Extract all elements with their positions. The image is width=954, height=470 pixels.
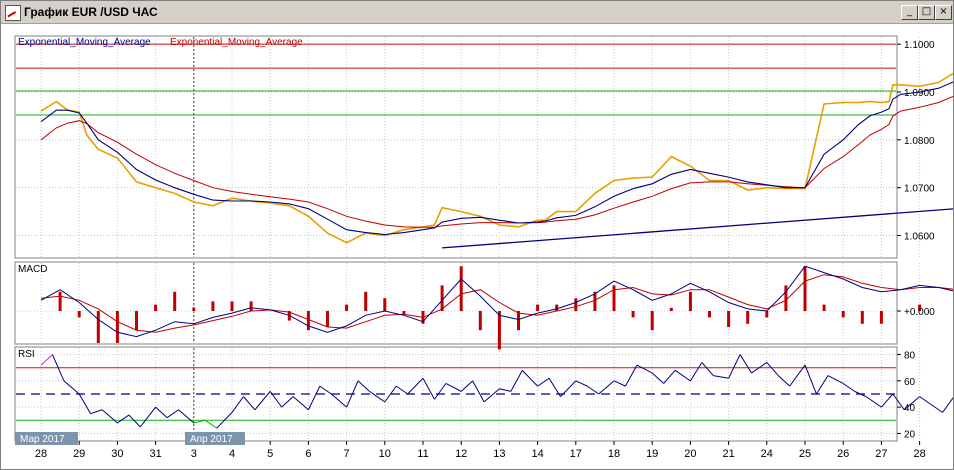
chart-svg[interactable]: 28 29 30 31 3 4 5 6 7 10 11 12 13 14 17 18 19 20 21 24 25 26 2… [1,24,953,469]
x-tick-label: 13 [493,448,505,460]
macd-panel-title: MACD [18,264,47,275]
x-tick-label: 29 [73,448,85,460]
x-tick-label: 18 [608,448,620,460]
x-tick-label: 24 [761,448,773,460]
x-tick-label: 30 [111,448,123,460]
x-tick-label: 28 [913,448,925,460]
rsi-line-segment [942,397,953,413]
month-label-april: Апр 2017 [190,434,233,445]
x-tick-label: 27 [875,448,887,460]
x-tick-label: 4 [229,448,235,460]
chart-app-icon [5,5,21,21]
x-tick-label: 10 [379,448,391,460]
x-tick-label: 26 [837,448,849,460]
month-label-march: Мар 2017 [20,434,65,445]
minimize-button[interactable]: _ [901,5,918,20]
maximize-button[interactable]: □ [918,5,935,20]
rsi-tick-label: 80 [904,351,916,362]
x-tick-label: 21 [722,448,734,460]
x-tick-label: 3 [191,448,197,460]
rsi-tick-label: 60 [904,377,916,388]
window-title: График EUR /USD ЧАС [24,5,158,19]
rsi-line-segment [919,396,932,405]
x-tick-label: 28 [35,448,47,460]
price-tick-label: 1.1000 [904,40,935,51]
rsi-tick-label: 40 [904,403,916,414]
close-button[interactable]: × [935,5,952,20]
x-tick-label: 12 [455,448,467,460]
chart-window: График EUR /USD ЧАС _ □ × 28 29 30 31 3 4 5 6 7 1… [0,0,954,470]
x-tick-label: 14 [531,448,543,460]
rsi-panel-title: RSI [18,349,35,360]
legend-ema-fast: Exponential_Moving_Average [18,37,151,48]
x-tick-label: 5 [267,448,273,460]
macd-tick-label: +0.000 [904,307,935,318]
title-bar[interactable]: График EUR /USD ЧАС _ □ × [1,1,953,24]
price-tick-label: 1.0900 [904,88,935,99]
x-tick-label: 6 [305,448,311,460]
x-tick-label: 19 [646,448,658,460]
rsi-line-segment [930,404,943,413]
rsi-tick-label: 20 [904,429,916,440]
legend-ema-slow: Exponential_Moving_Average [170,37,303,48]
x-tick-label: 25 [799,448,811,460]
price-tick-label: 1.0800 [904,136,935,147]
chart-area[interactable]: 28 29 30 31 3 4 5 6 7 10 11 12 13 14 17 18 19 20 21 24 25 26 2… [1,24,953,469]
x-tick-label: 17 [570,448,582,460]
x-tick-label: 7 [344,448,350,460]
x-tick-label: 31 [149,448,161,460]
price-tick-label: 1.0700 [904,184,935,195]
x-tick-label: 20 [684,448,696,460]
x-tick-label: 11 [417,448,428,460]
price-tick-label: 1.0600 [904,231,935,242]
